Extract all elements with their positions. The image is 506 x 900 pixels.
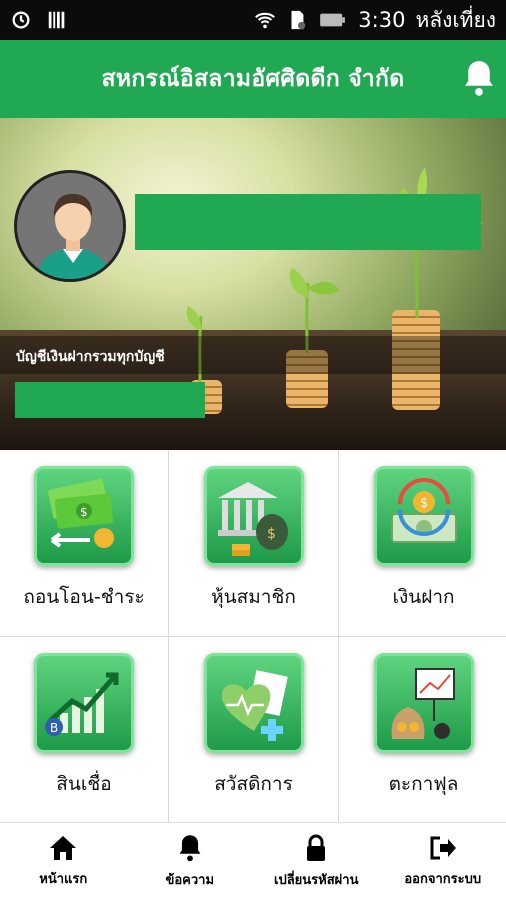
member-name-field — [135, 194, 481, 250]
money-transfer-icon: $ — [34, 466, 134, 566]
wifi-icon — [255, 12, 276, 29]
menu-loans[interactable]: B สินเชื่อ — [0, 637, 168, 823]
nav-messages[interactable]: ข้อความ — [127, 823, 254, 900]
nav-logout[interactable]: ออกจากระบบ — [380, 823, 506, 900]
nav-label: หน้าแรก — [39, 872, 88, 887]
home-icon — [50, 836, 77, 860]
bell-icon — [179, 835, 201, 862]
svg-text:$: $ — [267, 526, 276, 542]
menu-label: เงินฝาก — [392, 586, 455, 608]
welfare-icon — [203, 653, 304, 753]
nav-change-password[interactable]: เปลี่ยนรหัสผ่าน — [253, 823, 380, 900]
svg-text:$: $ — [420, 496, 428, 511]
menu-member-shares[interactable]: $ หุ้นสมาชิก — [169, 450, 338, 636]
menu-label: หุ้นสมาชิก — [211, 586, 296, 608]
svg-text:$: $ — [80, 505, 88, 519]
lock-icon — [307, 834, 326, 861]
user-avatar-icon[interactable] — [14, 170, 126, 282]
sim-card-icon — [291, 10, 306, 30]
takaful-icon — [373, 653, 474, 753]
menu-label: ถอนโอน-ชำระ — [23, 586, 145, 608]
nav-label: ข้อความ — [165, 873, 215, 888]
sync-icon — [12, 11, 30, 29]
account-label: บัญชีเงินฝากรวมทุกบัญชี — [16, 349, 165, 365]
status-time: 3:30 — [358, 8, 406, 32]
menu-takaful[interactable]: ตะกาฟุล — [339, 637, 506, 823]
menu-label: สินเชื่อ — [56, 773, 112, 795]
bank-shares-icon: $ — [203, 466, 304, 566]
menu-deposit[interactable]: $ เงินฝาก — [339, 450, 506, 636]
nav-label: เปลี่ยนรหัสผ่าน — [274, 873, 359, 888]
menu-welfare[interactable]: สวัสดิการ — [169, 637, 338, 823]
logout-icon — [430, 836, 456, 860]
menu-withdraw-transfer[interactable]: $ ถอนโอน-ชำระ — [0, 450, 168, 636]
app-header: สหกรณ์อิสลามอัศศิดดีก จำกัด — [0, 40, 506, 118]
battery-icon — [320, 13, 346, 27]
bottom-navigation: หน้าแรก ข้อความ เปลี่ยนรหัสผ่าน ออกจากระ… — [0, 822, 506, 900]
bell-icon[interactable] — [460, 58, 498, 98]
nav-label: ออกจากระบบ — [404, 872, 482, 887]
menu-label: ตะกาฟุล — [388, 773, 459, 795]
deposit-icon: $ — [373, 466, 474, 566]
profile-banner: บัญชีเงินฝากรวมทุกบัญชี — [0, 118, 506, 450]
page-title: สหกรณ์อิสลามอัศศิดดีก จำกัด — [101, 66, 405, 92]
nav-home[interactable]: หน้าแรก — [0, 823, 127, 900]
status-bar: 3:30 หลังเที่ยง — [0, 0, 506, 40]
svg-text:B: B — [50, 721, 58, 735]
account-balance-field — [15, 382, 205, 418]
barcode-icon — [48, 11, 65, 29]
menu-grid: $ ถอนโอน-ชำระ $ หุ้นสมาชิก $ เงินฝาก B ส… — [0, 450, 506, 823]
loan-chart-icon: B — [34, 653, 134, 753]
menu-label: สวัสดิการ — [214, 773, 293, 795]
status-period: หลังเที่ยง — [415, 7, 496, 32]
